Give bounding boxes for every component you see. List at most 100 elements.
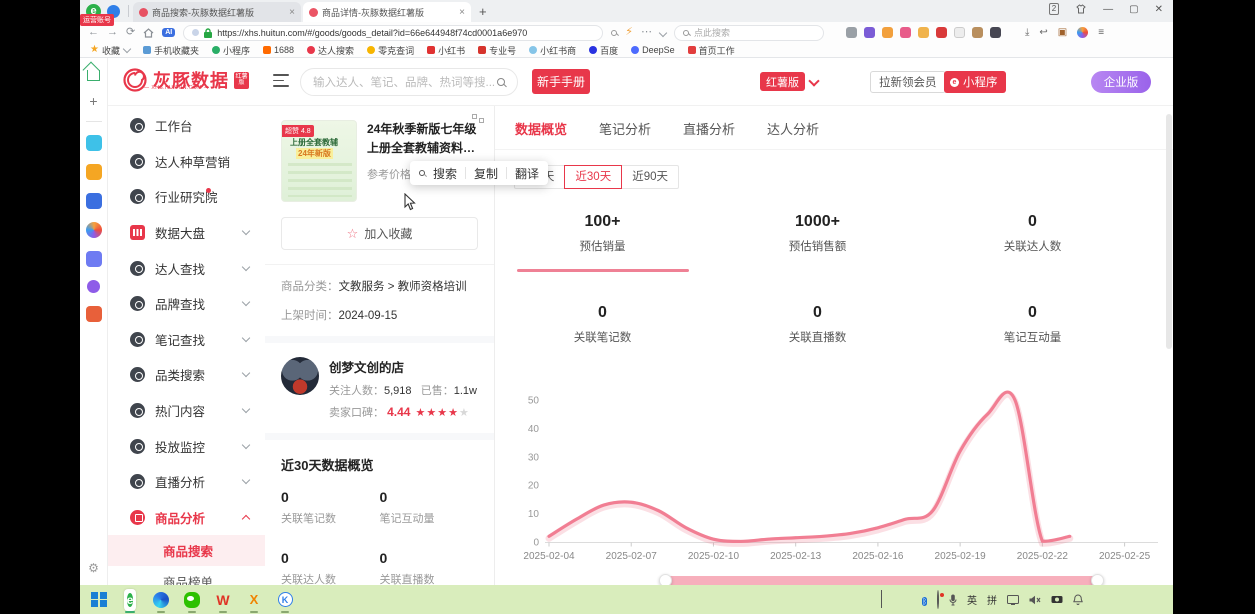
chart-zoom-slider[interactable] — [665, 576, 1098, 585]
forward-icon[interactable]: → — [107, 27, 118, 38]
analysis-tab-1[interactable]: 笔记分析 — [599, 119, 651, 138]
bookmark-item[interactable]: 首页工作 — [688, 44, 735, 57]
range-pill-2[interactable]: 近90天 — [621, 165, 679, 189]
side-add-icon[interactable]: + — [89, 94, 97, 108]
side-settings-gear-icon[interactable]: ⚙ — [88, 561, 99, 575]
windows-start-icon[interactable] — [90, 591, 108, 609]
quick-search-box[interactable]: 点此搜索 — [674, 25, 824, 41]
browser-tab-2[interactable]: 商品详情-灰豚数据红薯版 × — [303, 2, 471, 22]
popup-translate[interactable]: 翻译 — [515, 165, 539, 182]
sidebar-item-1[interactable]: 达人种草营销 — [108, 144, 265, 180]
stat-card-0[interactable]: 100+预估销量 — [495, 213, 710, 272]
sidebar-item-11[interactable]: 商品分析 — [108, 500, 265, 536]
enterprise-button[interactable]: 企业版 — [1091, 71, 1151, 93]
main-scrollbar[interactable] — [1166, 114, 1172, 574]
bookmark-item[interactable]: 1688 — [263, 45, 294, 55]
sidebar-subitem-1[interactable]: 商品榜单 — [108, 566, 265, 585]
media-app-icon[interactable] — [86, 135, 102, 151]
bookmark-item[interactable]: 手机收藏夹 — [143, 44, 199, 57]
sidebar-item-2[interactable]: 行业研究院 — [108, 179, 265, 215]
miniapp-button[interactable]: e 小程序 — [944, 71, 1006, 93]
camera-icon[interactable] — [1051, 595, 1063, 604]
menu-icon[interactable]: ≡ — [1098, 27, 1104, 38]
white-ext-icon[interactable] — [954, 27, 965, 38]
back-icon[interactable]: ← — [88, 27, 99, 38]
toolbar-chevron-icon[interactable] — [659, 28, 667, 36]
sidebar-item-3[interactable]: 数据大盘 — [108, 215, 265, 251]
analysis-tab-2[interactable]: 直播分析 — [683, 119, 735, 138]
bookmark-item[interactable]: 专业号 — [478, 44, 516, 57]
skin-theme-icon[interactable] — [1075, 4, 1087, 14]
bookmark-item[interactable]: 百度 — [589, 44, 618, 57]
lang-english-indicator[interactable]: 英 — [967, 592, 977, 607]
sidebar-item-9[interactable]: 投放监控 — [108, 428, 265, 464]
sidebar-item-10[interactable]: 直播分析 — [108, 464, 265, 500]
search-icon[interactable] — [497, 78, 505, 86]
bookmark-item[interactable]: 小红书 — [427, 44, 465, 57]
slider-handle-left[interactable] — [659, 574, 672, 586]
stat-card-1[interactable]: 1000+预估销售额 — [710, 213, 925, 272]
ribbon-ext-icon[interactable] — [900, 27, 911, 38]
sidebar-subitem-0[interactable]: 商品搜索 — [108, 535, 265, 566]
tray-chevron-up-icon[interactable] — [881, 591, 882, 609]
address-bar[interactable]: https://xhs.huitun.com/#/goods/goods_det… — [183, 25, 603, 41]
app-search-input[interactable]: 输入达人、笔记、品牌、热词等搜... — [300, 68, 518, 96]
game-app-icon[interactable] — [86, 306, 102, 322]
bookmark-item[interactable]: DeepSe — [631, 45, 675, 55]
person-ext-icon[interactable] — [918, 27, 929, 38]
volume-muted-icon[interactable] — [1029, 595, 1041, 605]
reload-icon[interactable]: ⟳ — [126, 27, 135, 38]
shop-avatar[interactable] — [281, 357, 319, 395]
pin-ext-icon[interactable] — [990, 27, 1001, 38]
minimize-button[interactable]: — — [1103, 4, 1113, 15]
sidebar-item-8[interactable]: 热门内容 — [108, 393, 265, 429]
bookmark-item[interactable]: 零克查词 — [367, 44, 414, 57]
scrollbar-thumb[interactable] — [1166, 114, 1172, 349]
dog-ext-icon[interactable] — [972, 27, 983, 38]
browser-360-icon[interactable]: e — [121, 591, 139, 609]
tab-count-badge[interactable]: 2 — [1049, 3, 1059, 15]
bookmark-item[interactable]: 达人搜索 — [307, 44, 354, 57]
bear-ext-icon[interactable] — [882, 27, 893, 38]
slider-handle-right[interactable] — [1091, 574, 1104, 586]
wechat-icon[interactable] — [183, 591, 201, 609]
popup-copy[interactable]: 复制 — [474, 165, 498, 182]
workspace-icon[interactable]: ▣ — [1058, 27, 1067, 38]
microphone-icon[interactable] — [949, 594, 957, 606]
star-app-icon[interactable] — [86, 164, 102, 180]
k-app-icon[interactable]: K — [276, 591, 294, 609]
popup-search[interactable]: 搜索 — [433, 165, 457, 182]
screen-record-icon[interactable] — [937, 591, 939, 609]
network-app-icon[interactable] — [86, 193, 102, 209]
bluetooth-icon[interactable]: ᛒ — [922, 591, 927, 609]
red-ext-icon[interactable] — [936, 27, 947, 38]
download-icon[interactable]: ⤓ — [1025, 27, 1029, 38]
new-tab-button[interactable]: + — [479, 4, 487, 19]
home-icon[interactable] — [143, 28, 154, 38]
stat-card-4[interactable]: 0关联直播数 — [710, 304, 925, 345]
lightning-icon[interactable]: ⚡ — [625, 27, 633, 38]
notification-bell-icon[interactable] — [1073, 594, 1083, 605]
browser-tab-1[interactable]: 商品搜索-灰豚数据红薯版 × — [133, 2, 301, 22]
invite-member-button[interactable]: 拉新领会员 — [870, 71, 946, 93]
product-image[interactable]: 超赞 4.8 上册全套教辅 24年新版 — [281, 120, 357, 202]
sidebar-item-4[interactable]: 达人查找 — [108, 250, 265, 286]
sidebar-item-6[interactable]: 笔记查找 — [108, 322, 265, 358]
version-chevron-down-icon[interactable] — [808, 75, 819, 86]
stat-card-5[interactable]: 0笔记互动量 — [925, 304, 1140, 345]
wps-icon[interactable]: W — [214, 591, 232, 609]
qr-widget-icon[interactable] — [472, 114, 486, 125]
sidebar-item-5[interactable]: 品牌查找 — [108, 286, 265, 322]
purple-ext-icon[interactable] — [864, 27, 875, 38]
tab-close-icon[interactable]: × — [459, 7, 465, 18]
more-options-icon[interactable]: ⋯ — [641, 27, 652, 38]
x-app-icon[interactable]: X — [245, 591, 263, 609]
sidebar-item-0[interactable]: 工作台 — [108, 108, 265, 144]
zoom-page-icon[interactable] — [611, 30, 617, 36]
bookmark-item[interactable]: 小程序 — [212, 44, 250, 57]
shop-name[interactable]: 创梦文创的店 — [329, 357, 477, 376]
ai-ring-app-icon[interactable] — [86, 222, 102, 238]
collapse-menu-icon[interactable] — [273, 74, 289, 87]
theme-ring-icon[interactable] — [1077, 27, 1088, 38]
handbook-button[interactable]: 新手手册 — [532, 69, 590, 94]
